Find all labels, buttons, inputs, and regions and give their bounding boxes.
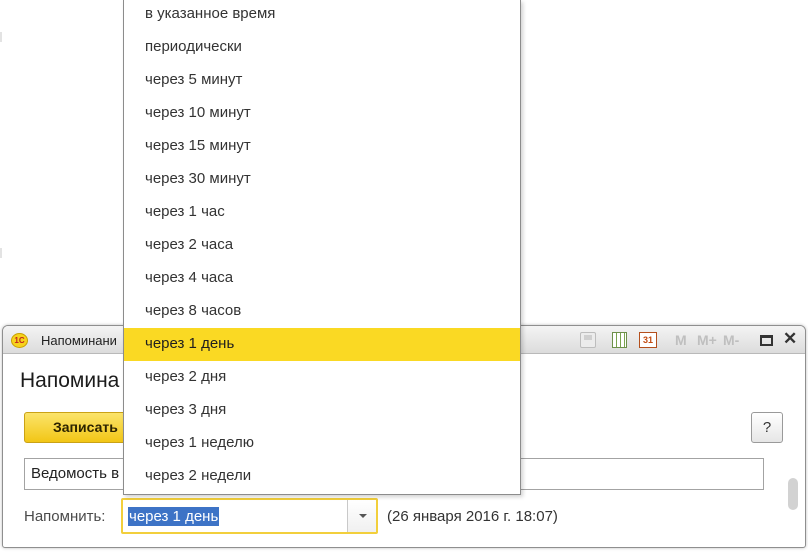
maximize-icon[interactable] <box>760 335 773 346</box>
dropdown-option[interactable]: через 2 дня <box>124 361 520 394</box>
save-icon[interactable] <box>580 332 596 348</box>
remind-select-value[interactable]: через 1 день <box>128 507 220 526</box>
dropdown-option-selected[interactable]: через 1 день <box>124 328 520 361</box>
dropdown-option[interactable]: через 1 неделю <box>124 427 520 460</box>
dropdown-option[interactable]: через 2 часа <box>124 229 520 262</box>
dropdown-option[interactable]: через 30 минут <box>124 163 520 196</box>
remind-label: Напомнить: <box>24 508 106 525</box>
dropdown-option[interactable]: через 5 минут <box>124 64 520 97</box>
form-title: Напомина <box>20 369 120 392</box>
remind-time: (26 января 2016 г. 18:07) <box>387 508 558 525</box>
dropdown-option[interactable]: через 8 часов <box>124 295 520 328</box>
memory-plus-button[interactable]: M+ <box>697 332 717 348</box>
dropdown-option[interactable]: через 15 минут <box>124 130 520 163</box>
help-button[interactable]: ? <box>751 412 783 443</box>
close-icon[interactable]: ✕ <box>783 329 797 349</box>
screen: 1С Напоминани 31 M M+ M- ✕ Напомина Запи… <box>0 0 808 552</box>
remind-dropdown-list: в указанное время периодически через 5 м… <box>123 0 521 495</box>
calendar-icon[interactable]: 31 <box>639 332 657 348</box>
background-mark <box>0 32 2 42</box>
memory-minus-button[interactable]: M- <box>723 332 739 348</box>
dropdown-option[interactable]: через 2 недели <box>124 460 520 493</box>
remind-select[interactable]: через 1 день <box>121 498 378 534</box>
scrollbar-thumb[interactable] <box>788 478 798 510</box>
app-logo-icon: 1С <box>11 333 28 348</box>
background-mark <box>0 248 2 258</box>
calculator-icon[interactable] <box>612 332 627 348</box>
memory-m-button[interactable]: M <box>675 332 687 348</box>
chevron-down-icon[interactable] <box>347 500 376 532</box>
window-title: Напоминани <box>41 333 117 348</box>
dropdown-option[interactable]: через 10 минут <box>124 97 520 130</box>
dropdown-option[interactable]: периодически <box>124 31 520 64</box>
dropdown-option[interactable]: через 4 часа <box>124 262 520 295</box>
dropdown-option[interactable]: через 1 час <box>124 196 520 229</box>
dropdown-option[interactable]: в указанное время <box>124 0 520 31</box>
dropdown-option[interactable]: через 3 дня <box>124 394 520 427</box>
